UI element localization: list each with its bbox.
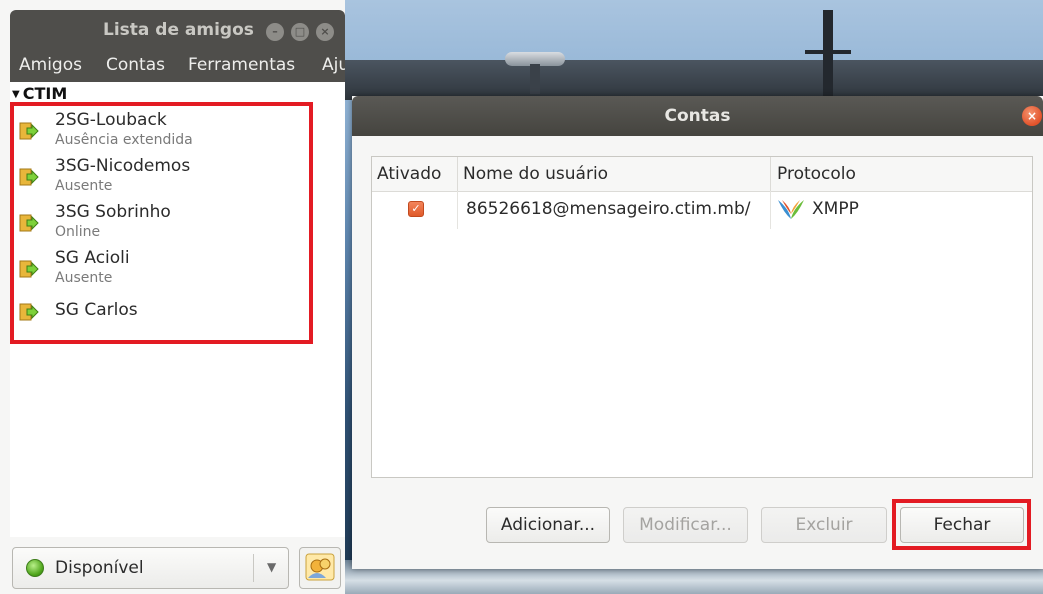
- table-row[interactable]: ✓ 86526618@mensageiro.ctim.mb/ XMPP: [372, 191, 1032, 229]
- expand-arrow-icon[interactable]: ▼: [12, 89, 20, 100]
- accounts-titlebar[interactable]: Contas ×: [352, 96, 1043, 136]
- available-status-icon: [26, 559, 44, 577]
- modify-account-button[interactable]: Modificar...: [623, 507, 748, 543]
- column-separator[interactable]: [457, 157, 458, 191]
- xmpp-icon: [778, 200, 804, 219]
- buddy-list-window: Lista de amigos – □ × Amigos Contas Ferr…: [0, 0, 345, 594]
- menu-ajuda[interactable]: Ajuda: [322, 55, 345, 75]
- menu-ferramentas[interactable]: Ferramentas: [188, 55, 295, 75]
- column-header-enabled[interactable]: Ativado: [377, 164, 441, 184]
- delete-account-button[interactable]: Excluir: [761, 507, 887, 543]
- dialog-title: Contas: [664, 106, 731, 126]
- accounts-dialog: Contas × Ativado Nome do usuário Protoco…: [352, 96, 1043, 569]
- protocol-name: XMPP: [812, 199, 859, 219]
- ship-radar-stem: [530, 64, 540, 94]
- menu-contas[interactable]: Contas: [106, 55, 165, 75]
- status-separator: [253, 554, 254, 582]
- close-icon[interactable]: ×: [1022, 106, 1042, 126]
- window-title: Lista de amigos: [103, 20, 254, 40]
- add-account-button[interactable]: Adicionar...: [486, 507, 610, 543]
- maximize-icon[interactable]: □: [291, 23, 309, 41]
- ship-mast-bar: [805, 50, 851, 54]
- menubar: Amigos Contas Ferramentas Ajuda: [10, 50, 345, 82]
- close-icon[interactable]: ×: [316, 23, 334, 41]
- minimize-icon[interactable]: –: [266, 23, 284, 41]
- group-header[interactable]: ▼ CTIM: [12, 84, 67, 103]
- column-separator[interactable]: [770, 157, 771, 191]
- column-header-username[interactable]: Nome do usuário: [463, 164, 608, 184]
- buddy-list-titlebar[interactable]: Lista de amigos – □ ×: [10, 10, 345, 50]
- highlight-box-close: [892, 499, 1031, 550]
- column-header-protocol[interactable]: Protocolo: [777, 164, 856, 184]
- group-name: CTIM: [22, 84, 68, 103]
- accounts-table: Ativado Nome do usuário Protocolo ✓ 8652…: [371, 156, 1033, 478]
- ship-mast: [823, 10, 833, 100]
- highlight-box-buddies: [10, 102, 313, 344]
- avatar-icon: [305, 553, 335, 581]
- enabled-checkbox[interactable]: ✓: [408, 201, 424, 217]
- table-header: Ativado Nome do usuário Protocolo: [372, 157, 1032, 192]
- account-username: 86526618@mensageiro.ctim.mb/: [466, 199, 751, 219]
- status-label: Disponível: [55, 558, 144, 578]
- menu-amigos[interactable]: Amigos: [19, 55, 82, 75]
- ship-hull: [345, 60, 1043, 100]
- status-selector[interactable]: Disponível ▼: [12, 547, 289, 589]
- buddy-icon-button[interactable]: [299, 547, 341, 589]
- dropdown-arrow-icon[interactable]: ▼: [267, 560, 276, 574]
